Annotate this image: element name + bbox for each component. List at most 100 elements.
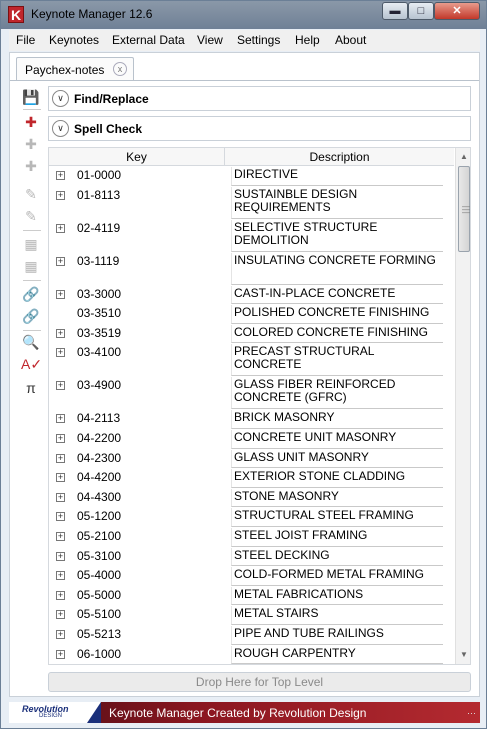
key-cell: 05-5213 [77, 626, 122, 641]
table-row[interactable]: +03-4100 PRECAST STRUCTURAL CONCRETE [49, 344, 454, 377]
table-row[interactable]: 03-3510 POLISHED CONCRETE FINISHING [49, 305, 454, 325]
column-header-description[interactable]: Description [225, 148, 454, 166]
toolbar-divider [23, 230, 41, 231]
scroll-thumb[interactable]: — — — [458, 166, 470, 252]
description-text: CONCRETE UNIT MASONRY [234, 429, 397, 444]
table-row[interactable]: +05-4000 COLD-FORMED METAL FRAMING [49, 567, 454, 587]
title-bar[interactable]: K Keynote Manager 12.6 ▬ □ ✕ [1, 1, 486, 29]
table-row[interactable]: +04-2113 BRICK MASONRY [49, 410, 454, 430]
description-text: STEEL DECKING [234, 547, 330, 562]
table-row[interactable]: +02-4119 SELECTIVE STRUCTURE DEMOLITION [49, 219, 454, 253]
expand-icon[interactable]: + [56, 190, 65, 200]
expand-icon[interactable]: + [56, 610, 65, 620]
add-sibling-icon[interactable]: ✚ [21, 156, 41, 176]
table-row[interactable]: +04-4300 STONE MASONRY [49, 488, 454, 509]
save-icon[interactable]: 💾 [21, 87, 41, 107]
close-button[interactable]: ✕ [434, 2, 480, 20]
expand-icon[interactable]: + [56, 171, 65, 180]
expand-icon[interactable]: + [56, 453, 65, 463]
toolbar-divider [23, 280, 41, 281]
expand-icon[interactable]: + [56, 223, 65, 233]
chevron-down-icon[interactable]: ∨ [52, 90, 69, 107]
expand-icon[interactable]: + [56, 289, 65, 299]
tab-close-icon[interactable]: x [113, 62, 127, 76]
table-row[interactable]: +03-4900 GLASS FIBER REINFORCED CONCRETE … [49, 377, 454, 410]
table-row[interactable]: +01-0000 DIRECTIVE [49, 167, 454, 187]
expand-icon[interactable]: + [56, 512, 65, 522]
expand-icon[interactable]: + [56, 629, 65, 639]
add-child-icon[interactable]: ✚ [21, 134, 41, 154]
table-row[interactable]: +05-1200 STRUCTURAL STEEL FRAMING [49, 508, 454, 528]
logo-subtext: DESIGN [39, 713, 63, 719]
key-cell: 03-3519 [77, 325, 122, 340]
description-text: METAL STAIRS [234, 606, 319, 621]
table-row[interactable]: +03-3000 CAST-IN-PLACE CONCRETE [49, 285, 454, 306]
key-cell: 03-4900 [77, 378, 122, 393]
table-row[interactable]: +05-2100 STEEL JOIST FRAMING [49, 527, 454, 548]
unlink-icon[interactable]: 🔗 [21, 306, 41, 326]
link-icon[interactable]: 🔗 [21, 284, 41, 304]
table-row[interactable]: +04-2300 GLASS UNIT MASONRY [49, 449, 454, 470]
move-down-icon[interactable]: ✎ [21, 206, 41, 226]
drop-zone-top-level[interactable]: Drop Here for Top Level [48, 672, 471, 692]
key-cell: 02-4119 [77, 220, 121, 235]
tab-paychex-notes[interactable]: Paychex-notes x [16, 57, 134, 81]
expand-icon[interactable]: + [56, 328, 65, 338]
key-cell: 04-2113 [77, 411, 121, 426]
table-row[interactable]: +05-5213 PIPE AND TUBE RAILINGS [49, 625, 454, 646]
expand-icon[interactable]: + [56, 571, 65, 581]
resize-grip-icon[interactable]: ⋯ [467, 708, 476, 719]
spell-check-panel[interactable]: ∨ Spell Check [48, 116, 471, 141]
add-keynote-icon[interactable]: ✚ [21, 112, 41, 132]
expand-icon[interactable]: + [56, 590, 65, 600]
expand-icon[interactable]: + [56, 649, 65, 659]
spell-check-icon[interactable]: A✓ [21, 354, 42, 374]
find-replace-panel[interactable]: ∨ Find/Replace [48, 86, 471, 111]
expand-icon[interactable]: + [56, 414, 65, 424]
menu-settings[interactable]: Settings [237, 33, 280, 47]
menu-keynotes[interactable]: Keynotes [49, 33, 99, 47]
menu-about[interactable]: About [335, 33, 366, 47]
menu-view[interactable]: View [197, 33, 223, 47]
paste-icon[interactable]: ▦ [21, 256, 41, 276]
table-row[interactable]: +04-4200 EXTERIOR STONE CLADDING [49, 469, 454, 489]
search-icon[interactable]: 🔍 [21, 332, 41, 352]
scroll-up-icon[interactable]: ▲ [458, 150, 470, 164]
expand-icon[interactable]: + [56, 348, 65, 358]
expand-icon[interactable]: + [56, 531, 65, 541]
vertical-scrollbar[interactable]: ▲ — — — ▼ [455, 148, 470, 664]
expand-icon[interactable]: + [56, 381, 65, 391]
expand-icon[interactable]: + [56, 256, 65, 266]
menu-file[interactable]: File [16, 33, 35, 47]
expand-icon[interactable]: + [56, 551, 65, 561]
minimize-button[interactable]: ▬ [382, 2, 408, 20]
key-cell: 05-2100 [77, 528, 122, 543]
key-cell: 04-4200 [77, 470, 122, 485]
chevron-down-icon[interactable]: ∨ [52, 120, 69, 137]
table-row[interactable]: +05-5100 METAL STAIRS [49, 606, 454, 626]
table-row[interactable]: +06-1000 ROUGH CARPENTRY [49, 645, 454, 664]
scroll-down-icon[interactable]: ▼ [458, 648, 470, 662]
move-up-icon[interactable]: ✎ [21, 184, 41, 204]
main-content: Paychex-notes x 💾 ✚ ✚ ✚ ✎ ✎ ▦ ▦ 🔗 🔗 🔍 A✓… [9, 52, 480, 697]
expand-icon[interactable]: + [56, 492, 65, 502]
text-format-icon[interactable]: π [21, 378, 41, 398]
table-row[interactable]: +05-3100 STEEL DECKING [49, 547, 454, 568]
maximize-button[interactable]: □ [408, 2, 434, 20]
menu-help[interactable]: Help [295, 33, 320, 47]
toolbar-divider [23, 330, 41, 331]
grid-header: Key Description [49, 148, 454, 166]
table-row[interactable]: +05-5000 METAL FABRICATIONS [49, 586, 454, 607]
column-header-key[interactable]: Key [49, 148, 225, 166]
copy-icon[interactable]: ▦ [21, 234, 41, 254]
menu-external-data[interactable]: External Data [112, 33, 185, 47]
table-row[interactable]: +04-2200 CONCRETE UNIT MASONRY [49, 429, 454, 450]
expand-icon[interactable]: + [56, 473, 65, 483]
description-text: GLASS FIBER REINFORCED CONCRETE (GFRC) [234, 377, 396, 405]
expand-icon[interactable]: + [56, 433, 65, 443]
table-row[interactable]: +03-1119 INSULATING CONCRETE FORMING [49, 252, 454, 286]
table-row[interactable]: +01-8113 SUSTAINBLE DESIGN REQUIREMENTS [49, 186, 454, 220]
key-cell: 05-5100 [77, 607, 122, 622]
grid-rows: +01-0000 DIRECTIVE +01-8113 SUSTAINBLE DESI… [49, 167, 454, 664]
table-row[interactable]: +03-3519 COLORED CONCRETE FINISHING [49, 324, 454, 345]
